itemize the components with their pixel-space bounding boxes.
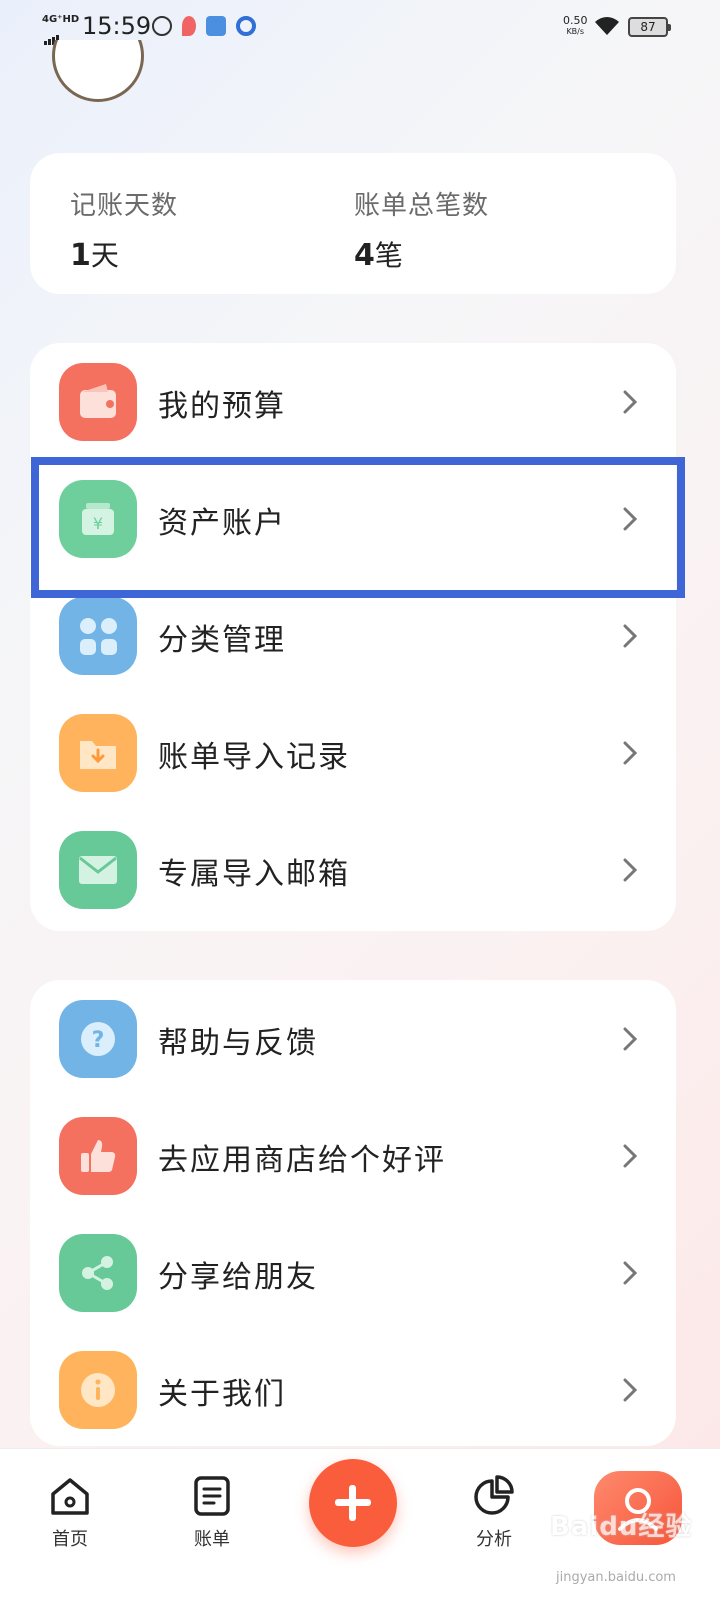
menu-item-rate-app[interactable]: 去应用商店给个好评 xyxy=(30,1097,676,1214)
menu-item-about-us[interactable]: 关于我们 xyxy=(30,1331,676,1448)
grid-icon xyxy=(59,597,137,675)
watermark-url: jingyan.baidu.com xyxy=(556,1570,676,1585)
nav-home-label: 首页 xyxy=(52,1529,88,1550)
wallet-icon xyxy=(59,363,137,441)
svg-text:?: ? xyxy=(92,1028,105,1053)
menu-label: 分享给朋友 xyxy=(158,1260,318,1295)
bills-value: 4笔 xyxy=(354,238,403,273)
avatar[interactable] xyxy=(52,40,144,106)
folder-import-icon xyxy=(59,714,137,792)
chevron-right-icon xyxy=(623,390,638,414)
menu-label: 分类管理 xyxy=(158,623,286,658)
nav-bills-label: 账单 xyxy=(194,1529,230,1550)
menu-label: 专属导入邮箱 xyxy=(158,857,350,892)
wifi-icon xyxy=(595,17,619,35)
chevron-right-icon xyxy=(623,1378,638,1402)
chevron-right-icon xyxy=(623,741,638,765)
watermark: Baidu经验 xyxy=(550,1512,693,1542)
help-icon: ? xyxy=(59,1000,137,1078)
highlight-annotation xyxy=(31,457,685,598)
nav-analysis-label: 分析 xyxy=(476,1529,512,1550)
days-value: 1天 xyxy=(70,238,119,273)
notification-icons xyxy=(152,16,256,36)
notification-app-icon xyxy=(152,16,172,36)
chevron-right-icon xyxy=(623,1261,638,1285)
menu-label: 关于我们 xyxy=(158,1377,286,1412)
menu-label: 帮助与反馈 xyxy=(158,1026,318,1061)
days-stat: 记账天数 1天 xyxy=(70,185,178,274)
share-icon xyxy=(59,1234,137,1312)
thumbs-up-icon xyxy=(59,1117,137,1195)
add-record-button[interactable] xyxy=(309,1459,397,1547)
nav-analysis[interactable]: 分析 xyxy=(454,1475,534,1551)
menu-item-budget[interactable]: 我的预算 xyxy=(30,343,676,460)
menu-item-bill-import-records[interactable]: 账单导入记录 xyxy=(30,694,676,811)
menu-card-support: ? 帮助与反馈 去应用商店给个好评 分享给朋友 关于我们 xyxy=(30,980,676,1446)
bills-stat: 账单总笔数 4笔 xyxy=(354,185,489,274)
map-pin-icon xyxy=(182,16,196,36)
bills-label: 账单总笔数 xyxy=(354,191,490,221)
info-icon xyxy=(59,1351,137,1429)
menu-item-import-mailbox[interactable]: 专属导入邮箱 xyxy=(30,811,676,928)
chevron-right-icon xyxy=(623,1027,638,1051)
chevron-right-icon xyxy=(623,858,638,882)
nav-home[interactable]: 首页 xyxy=(30,1475,110,1551)
menu-label: 账单导入记录 xyxy=(158,740,350,775)
days-label: 记账天数 xyxy=(70,191,179,221)
network-speed: 0.50 KB/s xyxy=(563,14,588,36)
battery-icon: 87 xyxy=(628,17,671,37)
chevron-right-icon xyxy=(623,1144,638,1168)
menu-label: 去应用商店给个好评 xyxy=(158,1143,446,1178)
nav-bills[interactable]: 账单 xyxy=(172,1475,252,1551)
pie-chart-icon xyxy=(474,1475,514,1515)
chevron-right-icon xyxy=(623,624,638,648)
menu-card-main: 我的预算 ¥ 资产账户 分类管理 账单导入记录 专属导入邮箱 xyxy=(30,343,676,931)
circle-notification-icon xyxy=(236,16,256,36)
status-time: 15:59 xyxy=(82,12,152,40)
menu-label: 我的预算 xyxy=(158,389,286,424)
network-indicator: 4G⁺HD xyxy=(42,14,80,25)
stats-card: 记账天数 1天 账单总笔数 4笔 xyxy=(30,153,676,294)
menu-item-help-feedback[interactable]: ? 帮助与反馈 xyxy=(30,980,676,1097)
home-icon xyxy=(51,1478,89,1515)
menu-item-share[interactable]: 分享给朋友 xyxy=(30,1214,676,1331)
bill-list-icon xyxy=(194,1476,230,1516)
mail-icon xyxy=(59,831,137,909)
app-notification-icon xyxy=(206,16,226,36)
